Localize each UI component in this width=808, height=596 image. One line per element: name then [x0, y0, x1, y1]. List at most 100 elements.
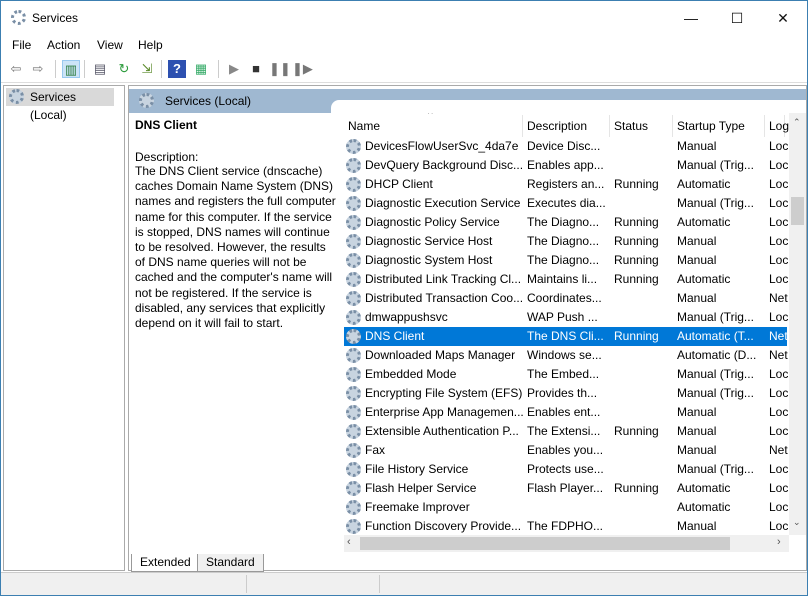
- forward-icon[interactable]: ⇨: [29, 60, 47, 78]
- cell-description: Executes dia...: [527, 196, 606, 210]
- cell-log-on-as: Loc: [769, 139, 789, 153]
- minimize-button[interactable]: —: [668, 1, 714, 35]
- cell-description: The Extensi...: [527, 424, 601, 438]
- cell-name: DHCP Client: [365, 177, 433, 191]
- window-title: Services: [32, 11, 79, 25]
- table-row[interactable]: Fax Enables you... Manual Net: [344, 441, 788, 460]
- cell-log-on-as: Loc: [769, 177, 789, 191]
- table-row[interactable]: Distributed Transaction Coo... Coordinate…: [344, 289, 788, 308]
- tab-extended[interactable]: Extended: [131, 554, 200, 572]
- status-bar: [1, 572, 807, 595]
- show-hide-console-tree-icon[interactable]: ▥: [62, 60, 80, 78]
- cell-startup-type: Manual (Trig...: [677, 158, 754, 172]
- cell-name: dmwappushsvc: [365, 310, 448, 324]
- header-log-on-as[interactable]: Log: [765, 115, 789, 137]
- cell-startup-type: Manual: [677, 234, 717, 248]
- scroll-left-icon[interactable]: ‹: [347, 536, 351, 548]
- table-row[interactable]: Diagnostic Service Host The Diagno... Runn…: [344, 232, 788, 251]
- cell-description: Flash Player...: [527, 481, 604, 495]
- cell-description: The Diagno...: [527, 253, 600, 267]
- header-description[interactable]: Description: [523, 115, 610, 137]
- cell-name: File History Service: [365, 462, 469, 476]
- menu-view[interactable]: View: [97, 38, 123, 52]
- table-row[interactable]: Freemake Improver Automatic Loc: [344, 498, 788, 517]
- header-status[interactable]: Status: [610, 115, 673, 137]
- cell-name: Diagnostic Policy Service: [365, 215, 500, 229]
- scroll-right-icon[interactable]: ›: [777, 536, 781, 548]
- service-gear-icon: [346, 386, 361, 401]
- scroll-down-icon[interactable]: ⌄: [793, 517, 801, 528]
- cell-name: Diagnostic Execution Service: [365, 196, 521, 210]
- maximize-button[interactable]: ☐: [714, 1, 760, 35]
- table-row[interactable]: Distributed Link Tracking Cl... Maintains…: [344, 270, 788, 289]
- table-row[interactable]: DevicesFlowUserSvc_4da7e Device Disc... Ma…: [344, 137, 789, 156]
- cell-description: The Embed...: [527, 367, 600, 381]
- table-row[interactable]: Embedded Mode The Embed... Manual (Trig...…: [344, 365, 789, 384]
- title-bar: Services — ☐ ✕: [1, 1, 807, 35]
- menu-file[interactable]: File: [12, 38, 31, 52]
- restart-service-icon[interactable]: ❚▶: [292, 60, 313, 78]
- show-action-pane-icon[interactable]: ▦: [192, 60, 210, 78]
- cell-log-on-as: Loc: [769, 367, 789, 381]
- back-icon[interactable]: ⇦: [7, 60, 25, 78]
- close-button[interactable]: ✕: [760, 1, 806, 35]
- cell-description: Registers an...: [527, 177, 605, 191]
- vertical-scrollbar[interactable]: ⌃ ⌄: [789, 113, 806, 535]
- scroll-up-icon[interactable]: ⌃: [793, 117, 801, 128]
- description-text: The DNS Client service (dnscache) caches…: [135, 164, 336, 331]
- table-row[interactable]: File History Service Protects use... Manua…: [344, 460, 789, 479]
- cell-log-on-as: Loc: [769, 462, 789, 476]
- help-icon[interactable]: ?: [168, 60, 186, 78]
- start-service-icon[interactable]: ▶: [225, 60, 243, 78]
- selected-service-name: DNS Client: [135, 118, 198, 132]
- table-row[interactable]: Function Discovery Provide... The FDPHO..…: [344, 517, 789, 535]
- properties-icon[interactable]: ▤: [91, 60, 109, 78]
- horizontal-scroll-thumb[interactable]: [360, 537, 730, 550]
- service-gear-icon: [346, 310, 361, 325]
- gear-icon: [139, 93, 154, 108]
- tree-item-services-local[interactable]: Services (Local): [6, 88, 114, 122]
- cell-log-on-as: Net: [769, 291, 788, 305]
- table-row[interactable]: Extensible Authentication P... The Extens…: [344, 422, 788, 441]
- table-row[interactable]: Enterprise App Managemen... Enables ent..…: [344, 403, 788, 422]
- table-row[interactable]: Diagnostic Execution Service Executes dia…: [344, 194, 788, 213]
- cell-name: Fax: [365, 443, 386, 457]
- vertical-scroll-thumb[interactable]: [791, 197, 804, 225]
- export-list-icon[interactable]: ⇲: [138, 60, 156, 78]
- cell-name: Function Discovery Provide...: [365, 519, 522, 533]
- table-row[interactable]: Flash Helper Service Flash Player... Runni…: [344, 479, 788, 498]
- menu-action[interactable]: Action: [47, 38, 80, 52]
- table-row[interactable]: Diagnostic System Host The Diagno... Runni…: [344, 251, 789, 270]
- cell-name: Enterprise App Managemen...: [365, 405, 524, 419]
- cell-log-on-as: Net: [769, 329, 788, 343]
- cell-status: Running: [614, 329, 659, 343]
- tab-standard[interactable]: Standard: [197, 554, 264, 572]
- cell-startup-type: Manual (Trig...: [677, 367, 754, 381]
- table-row[interactable]: Diagnostic Policy Service The Diagno... Ru…: [344, 213, 788, 232]
- table-row[interactable]: DNS Client The DNS Cli... Running Automatic…: [344, 326, 788, 347]
- menu-help[interactable]: Help: [138, 38, 163, 52]
- horizontal-scrollbar[interactable]: ‹ ›: [344, 535, 789, 552]
- cell-startup-type: Manual: [677, 139, 717, 153]
- cell-status: Running: [614, 272, 659, 286]
- refresh-icon[interactable]: ↻: [115, 60, 133, 78]
- toolbar-separator: [218, 60, 219, 78]
- header-name[interactable]: Name: [344, 115, 523, 137]
- toolbar-separator: [161, 60, 162, 78]
- toolbar: ⇦ ⇨ ▥ ▤ ↻ ⇲? ▦ ▶ ■ ❚❚ ❚▶: [1, 56, 807, 83]
- table-row[interactable]: Downloaded Maps Manager Windows se... Auto…: [344, 346, 788, 365]
- cell-description: Coordinates...: [527, 291, 602, 305]
- pause-service-icon[interactable]: ❚❚: [269, 60, 291, 78]
- table-row[interactable]: Encrypting File System (EFS) Provides th.…: [344, 384, 788, 403]
- cell-startup-type: Automatic: [677, 272, 731, 286]
- cell-log-on-as: Loc: [769, 253, 789, 267]
- cell-log-on-as: Loc: [769, 519, 789, 533]
- table-row[interactable]: DHCP Client Registers an... Running Automat…: [344, 175, 789, 194]
- service-gear-icon: [346, 462, 361, 477]
- stop-service-icon[interactable]: ■: [247, 60, 265, 78]
- table-row[interactable]: DevQuery Background Disc... Enables app..…: [344, 156, 788, 175]
- table-row[interactable]: dmwappushsvc WAP Push ... Manual (Trig... L…: [344, 308, 788, 327]
- service-gear-icon: [346, 443, 361, 458]
- services-pane: Services (Local) DNS Client Description:…: [128, 85, 807, 572]
- header-startup-type[interactable]: Startup Type: [673, 115, 765, 137]
